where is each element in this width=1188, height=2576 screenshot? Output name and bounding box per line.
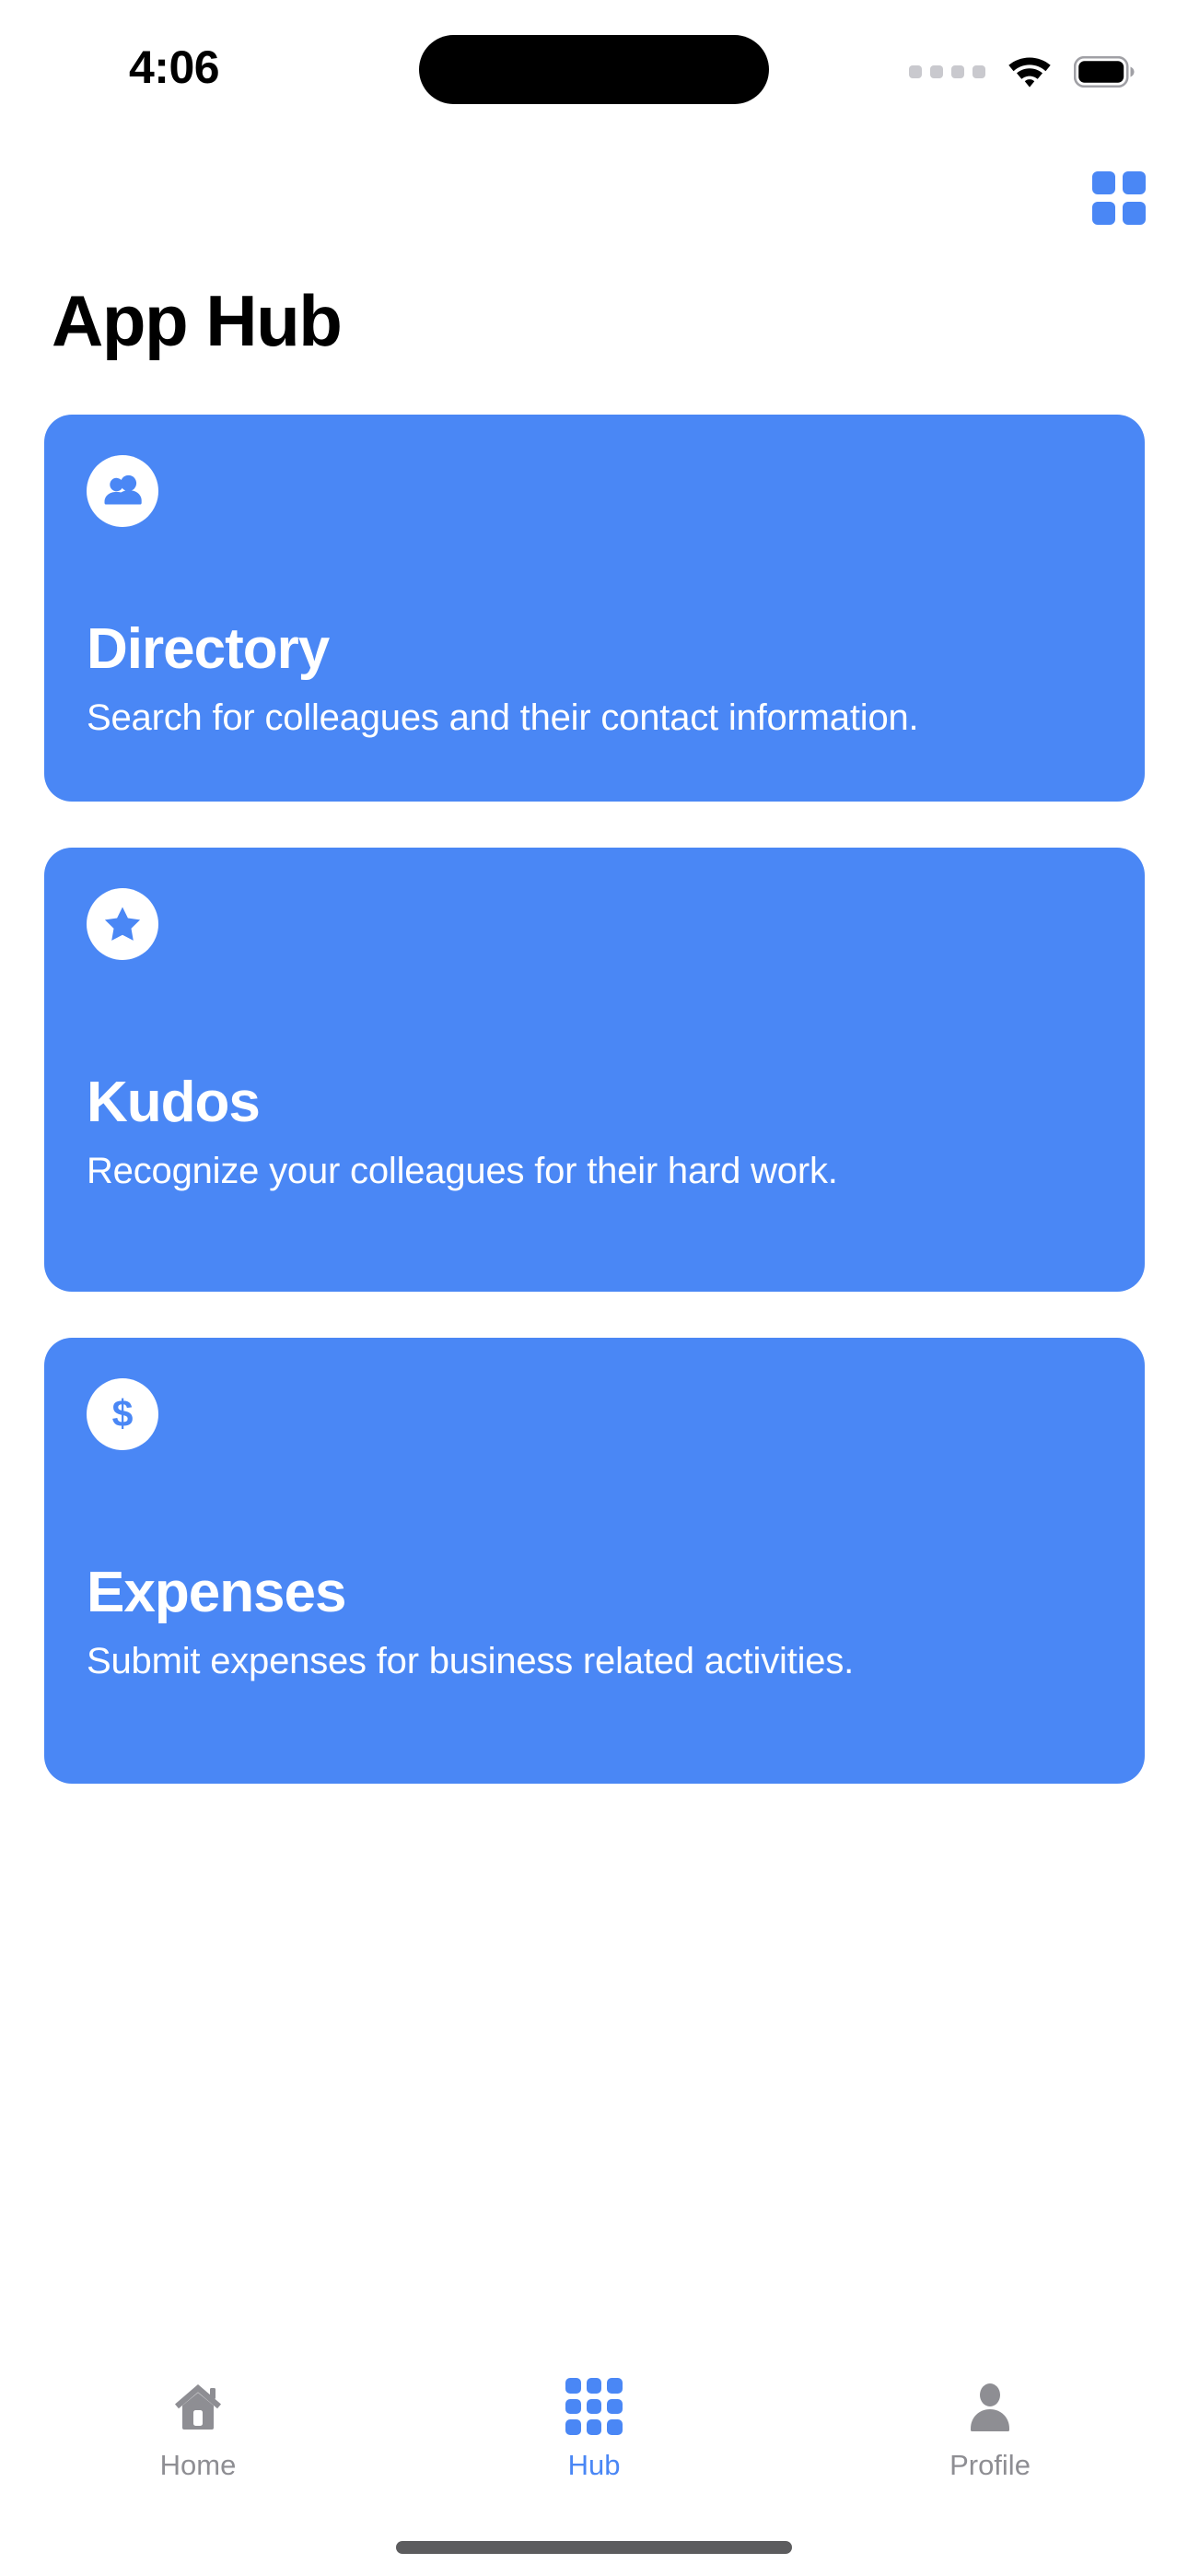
svg-text:$: $ bbox=[112, 1392, 134, 1434]
app-screen: 4:06 App Hub Directory Search for collea… bbox=[0, 0, 1188, 2576]
dollar-icon: $ bbox=[87, 1378, 158, 1450]
battery-icon bbox=[1074, 55, 1135, 88]
status-bar: 4:06 bbox=[0, 0, 1188, 129]
tab-label: Profile bbox=[949, 2449, 1031, 2481]
card-title: Expenses bbox=[87, 1561, 347, 1624]
app-card-expenses[interactable]: $ Expenses Submit expenses for business … bbox=[44, 1338, 1145, 1784]
status-bar-indicators bbox=[909, 51, 1135, 92]
status-bar-time: 4:06 bbox=[129, 41, 220, 93]
dynamic-island bbox=[419, 35, 769, 104]
bottom-tab-bar: Home Hub Profile bbox=[0, 2332, 1188, 2576]
app-card-kudos[interactable]: Kudos Recognize your colleagues for thei… bbox=[44, 848, 1145, 1292]
card-title: Kudos bbox=[87, 1071, 261, 1134]
tab-profile[interactable]: Profile bbox=[907, 2376, 1073, 2481]
card-title: Directory bbox=[87, 617, 330, 681]
tab-label: Hub bbox=[567, 2449, 621, 2481]
grid-2x2-icon[interactable] bbox=[1092, 171, 1146, 225]
card-text-block: Expenses Submit expenses for business re… bbox=[87, 1559, 1102, 1690]
app-card-list: Directory Search for colleagues and thei… bbox=[44, 415, 1145, 1830]
grid-3x3-icon bbox=[565, 2376, 623, 2437]
card-text-block: Directory Search for colleagues and thei… bbox=[87, 615, 1102, 746]
wifi-icon bbox=[1006, 51, 1054, 92]
card-description: Search for colleagues and their contact … bbox=[87, 697, 919, 738]
star-icon bbox=[87, 888, 158, 960]
home-icon bbox=[169, 2376, 227, 2437]
cellular-dots-icon bbox=[909, 64, 985, 78]
page-title: App Hub bbox=[52, 280, 343, 361]
card-text-block: Kudos Recognize your colleagues for thei… bbox=[87, 1069, 1102, 1200]
home-indicator[interactable] bbox=[396, 2541, 792, 2554]
card-description: Recognize your colleagues for their hard… bbox=[87, 1151, 838, 1191]
app-card-directory[interactable]: Directory Search for colleagues and thei… bbox=[44, 415, 1145, 802]
card-description: Submit expenses for business related act… bbox=[87, 1641, 855, 1681]
person-icon bbox=[961, 2376, 1019, 2437]
tab-label: Home bbox=[159, 2449, 237, 2481]
tab-home[interactable]: Home bbox=[115, 2376, 281, 2481]
people-icon bbox=[87, 455, 158, 527]
tab-hub[interactable]: Hub bbox=[511, 2376, 677, 2481]
top-bar bbox=[0, 147, 1188, 267]
